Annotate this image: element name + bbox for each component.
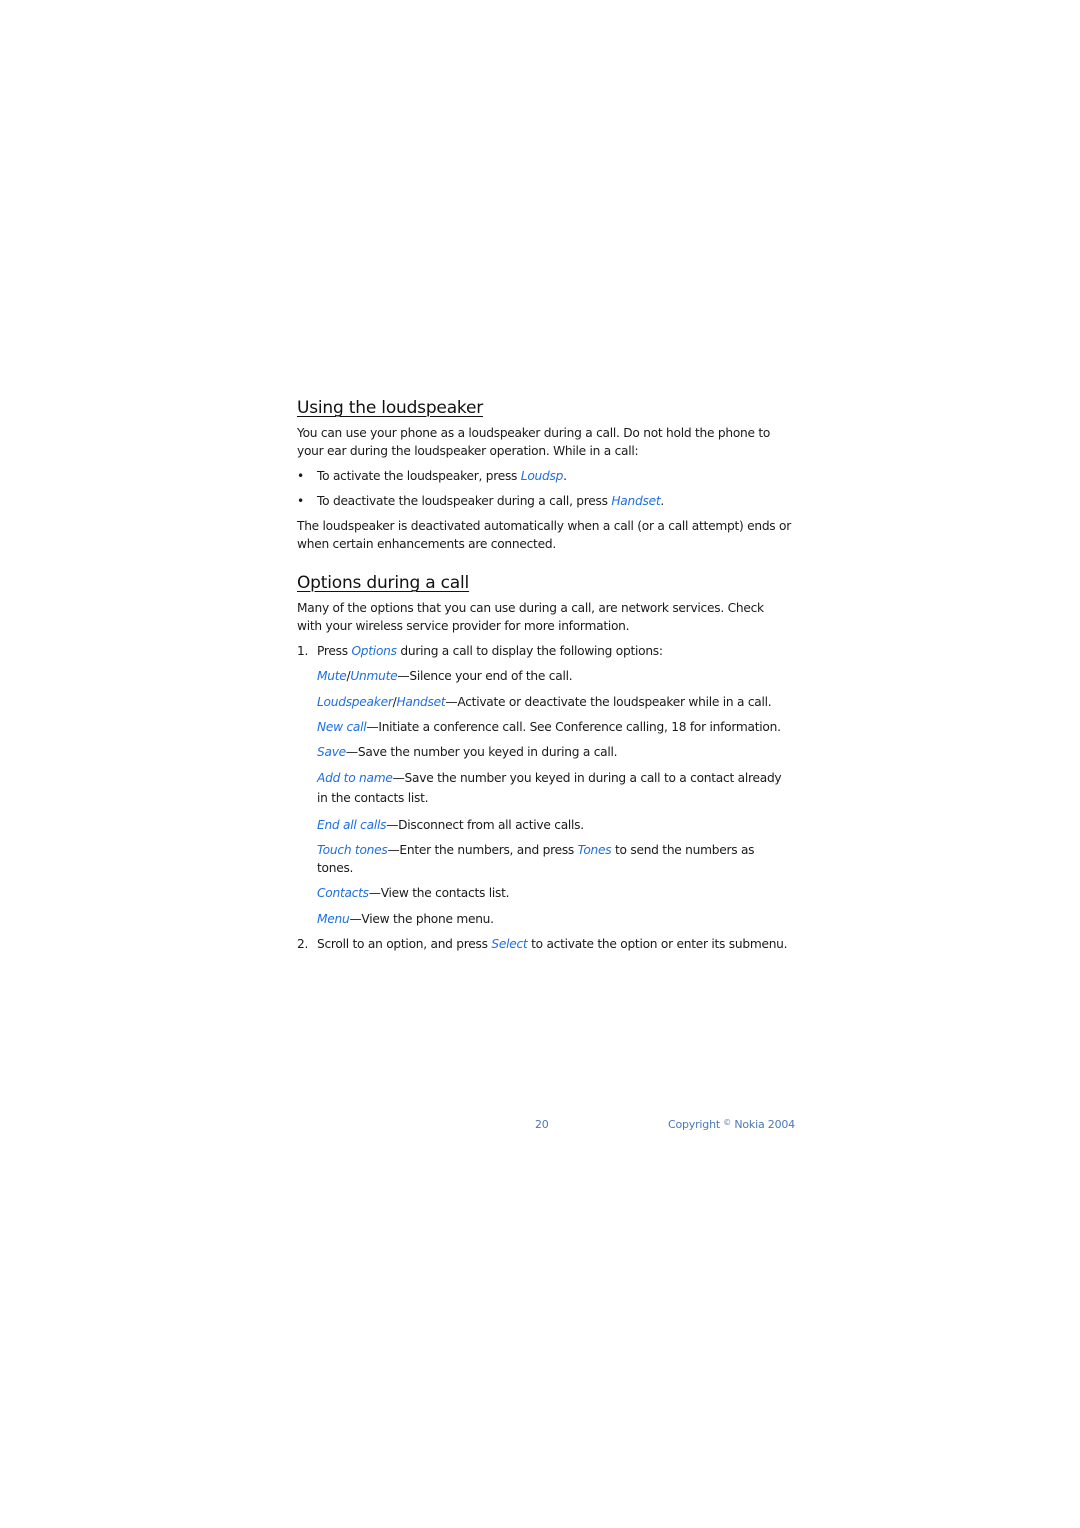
- loudspeaker-outro: The loudspeaker is deactivated automatic…: [297, 519, 791, 551]
- step-1: 1. Press Options during a call to displa…: [297, 644, 663, 658]
- option-touch-tones: Touch tones—Enter the numbers, and press…: [317, 843, 755, 876]
- page-number: 20: [535, 1118, 549, 1131]
- option-contacts: Contacts—View the contacts list.: [317, 886, 510, 901]
- copyright-notice: Copyright © Nokia 2004: [668, 1118, 795, 1131]
- option-loudspeaker-handset: Loudspeaker/Handset—Activate or deactiva…: [317, 694, 772, 709]
- section-title-options: Options during a call: [297, 573, 470, 593]
- options-intro: Many of the options that you can use dur…: [297, 601, 764, 633]
- softkey-options: Options: [351, 644, 397, 658]
- option-add-to-name: Add to name—Save the number you keyed in…: [317, 771, 782, 806]
- loudspeaker-intro: You can use your phone as a loudspeaker …: [297, 426, 771, 458]
- option-end-all-calls: End all calls—Disconnect from all active…: [317, 817, 584, 832]
- section-title-loudspeaker: Using the loudspeaker: [297, 398, 483, 418]
- step-number: 1.: [297, 644, 309, 658]
- option-menu: Menu—View the phone menu.: [317, 911, 494, 926]
- step-number: 2.: [297, 936, 309, 951]
- copyright-icon: ©: [723, 1118, 732, 1127]
- step-2: 2. Scroll to an option, and press Select…: [297, 936, 788, 951]
- softkey-select: Select: [491, 936, 528, 951]
- bullet-icon: •: [297, 494, 304, 508]
- document-page: Using the loudspeaker You can use your p…: [297, 396, 792, 953]
- option-mute-unmute: Mute/Unmute—Silence your end of the call…: [317, 669, 573, 684]
- softkey-loudsp: Loudsp: [520, 469, 564, 483]
- option-new-call: New call—Initiate a conference call. See…: [317, 719, 781, 734]
- softkey-handset: Handset: [611, 494, 661, 508]
- bullet-item: • To activate the loudspeaker, press Lou…: [297, 469, 567, 483]
- bullet-icon: •: [297, 469, 304, 483]
- bullet-item: • To deactivate the loudspeaker during a…: [297, 494, 664, 508]
- option-save: Save—Save the number you keyed in during…: [317, 745, 618, 760]
